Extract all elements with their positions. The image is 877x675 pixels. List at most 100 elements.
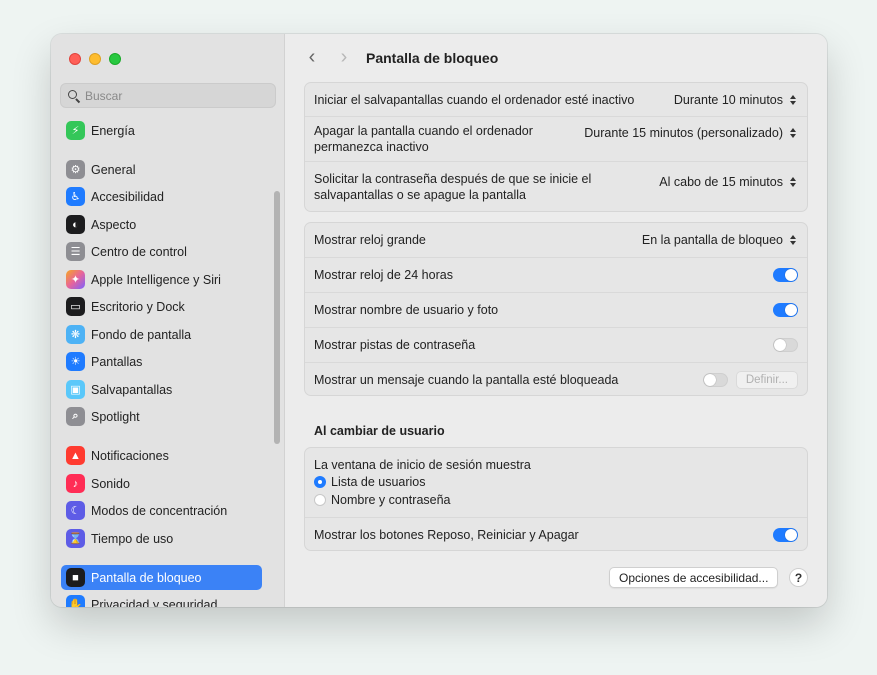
toggle-knob: [785, 269, 797, 281]
updown-chevron-icon: [788, 176, 798, 188]
lock-message-controls: Definir...: [702, 370, 798, 389]
updown-chevron-icon: [788, 127, 798, 139]
accessibility-icon: ♿: [66, 187, 85, 206]
set-message-button[interactable]: Definir...: [735, 370, 798, 389]
sidebar-item-label: Centro de control: [91, 244, 187, 259]
wallpaper-icon: ❋: [66, 325, 85, 344]
switch-user-group: La ventana de inicio de sesión muestra L…: [304, 447, 808, 551]
sidebar-item-desktop-dock[interactable]: ▭ Escritorio y Dock: [61, 294, 262, 319]
zoom-window-button[interactable]: [109, 53, 121, 65]
sidebar-item-sound[interactable]: ♪ Sonido: [61, 471, 262, 496]
accessibility-options-button[interactable]: Opciones de accesibilidad...: [609, 567, 779, 588]
power-buttons-label: Mostrar los botones Reposo, Reiniciar y …: [314, 527, 579, 542]
sidebar-item-energy[interactable]: ⚡ Energía: [61, 118, 262, 143]
chevron-left-icon: ‹: [308, 46, 316, 68]
radio-name-password[interactable]: Nombre y contraseña: [314, 492, 451, 509]
toggle-knob: [785, 304, 797, 316]
radio-selected-icon: [314, 476, 326, 488]
lock-screen-icon: ■: [66, 568, 85, 587]
sound-icon: ♪: [66, 474, 85, 493]
password-hints-label: Mostrar pistas de contraseña: [314, 338, 476, 352]
radio-user-list[interactable]: Lista de usuarios: [314, 474, 426, 491]
toggle-knob: [774, 339, 786, 351]
big-clock-popup[interactable]: En la pantalla de bloqueo: [642, 233, 798, 247]
dock-icon: ▭: [66, 297, 85, 316]
screensaver-start-label: Iniciar el salvapantallas cuando el orde…: [314, 92, 635, 107]
updown-chevron-icon: [788, 94, 798, 106]
help-button[interactable]: ?: [789, 568, 808, 587]
forward-button[interactable]: ›: [335, 47, 353, 69]
privacy-icon: ✋: [66, 595, 85, 607]
window-controls: [69, 53, 121, 65]
radio-label: Nombre y contraseña: [331, 493, 451, 507]
sidebar-item-label: Salvapantallas: [91, 382, 173, 397]
sidebar-item-focus[interactable]: ☾ Modos de concentración: [61, 498, 262, 523]
toolbar: ‹ › Pantalla de bloqueo: [286, 34, 827, 82]
screensaver-start-popup[interactable]: Durante 10 minutos: [674, 93, 798, 107]
sidebar-item-screen-time[interactable]: ⌛ Tiempo de uso: [61, 526, 262, 551]
lock-message-label: Mostrar un mensaje cuando la pantalla es…: [314, 372, 619, 387]
displays-icon: ☀: [66, 352, 85, 371]
sidebar-item-label: Pantallas: [91, 354, 143, 369]
sidebar-item-lock-screen[interactable]: ■ Pantalla de bloqueo: [61, 565, 262, 590]
focus-icon: ☾: [66, 501, 85, 520]
gear-icon: ⚙: [66, 160, 85, 179]
display-off-popup[interactable]: Durante 15 minutos (personalizado): [584, 126, 798, 140]
sidebar-item-displays[interactable]: ☀ Pantallas: [61, 349, 262, 374]
popup-value: Durante 10 minutos: [673, 92, 783, 107]
lock-message-toggle[interactable]: [702, 372, 728, 387]
sidebar-item-label: Accesibilidad: [91, 189, 164, 204]
sidebar-item-accessibility[interactable]: ♿ Accesibilidad: [61, 184, 262, 209]
sidebar-item-spotlight[interactable]: ⌕ Spotlight: [61, 404, 262, 429]
username-photo-label: Mostrar nombre de usuario y foto: [314, 303, 499, 317]
login-window-label: La ventana de inicio de sesión muestra: [314, 457, 531, 472]
username-photo-row: Mostrar nombre de usuario y foto: [305, 292, 807, 327]
sidebar-item-control-center[interactable]: ☰ Centro de control: [61, 239, 262, 264]
close-window-button[interactable]: [69, 53, 81, 65]
sidebar-item-privacy[interactable]: ✋ Privacidad y seguridad: [61, 592, 262, 607]
username-photo-toggle[interactable]: [773, 303, 798, 317]
sidebar-item-label: Pantalla de bloqueo: [91, 570, 202, 585]
sidebar-item-label: Energía: [91, 123, 135, 138]
login-window-row: La ventana de inicio de sesión muestra L…: [305, 448, 807, 517]
sidebar-scrollbar[interactable]: [274, 191, 280, 444]
chevron-right-icon: ›: [340, 46, 348, 68]
sidebar-item-label: Privacidad y seguridad: [91, 597, 218, 608]
sidebar-item-label: Modos de concentración: [91, 503, 228, 518]
sidebar-item-label: Aspecto: [91, 217, 137, 232]
password-hints-row: Mostrar pistas de contraseña: [305, 327, 807, 362]
popup-value: En la pantalla de bloqueo: [641, 233, 783, 247]
page-title: Pantalla de bloqueo: [366, 50, 499, 66]
radio-label: Lista de usuarios: [331, 475, 426, 489]
sidebar-item-general[interactable]: ⚙ General: [61, 157, 262, 182]
sidebar-item-label: General: [91, 162, 136, 177]
sidebar: Buscar ⚡ Energía ⚙ General ♿ Accesibilid…: [51, 34, 285, 607]
clock24-toggle[interactable]: [773, 268, 798, 282]
screen-time-icon: ⌛: [66, 529, 85, 548]
main-pane: ‹ › Pantalla de bloqueo Iniciar el salva…: [286, 34, 827, 607]
toggle-knob: [785, 528, 797, 541]
sidebar-item-notifications[interactable]: ▲ Notificaciones: [61, 443, 262, 468]
sidebar-item-label: Tiempo de uso: [91, 531, 174, 546]
lock-message-row: Mostrar un mensaje cuando la pantalla es…: [305, 362, 807, 396]
password-hints-toggle[interactable]: [773, 338, 798, 352]
sidebar-item-screensaver[interactable]: ▣ Salvapantallas: [61, 377, 262, 402]
sidebar-item-wallpaper[interactable]: ❋ Fondo de pantalla: [61, 322, 262, 347]
display-off-row: Apagar la pantalla cuando el ordenador p…: [305, 116, 807, 161]
sidebar-item-label: Spotlight: [91, 409, 140, 424]
siri-icon: ✦: [66, 270, 85, 289]
back-button[interactable]: ‹: [303, 47, 321, 69]
screensaver-settings-group: Iniciar el salvapantallas cuando el orde…: [304, 82, 808, 212]
big-clock-row: Mostrar reloj grande En la pantalla de b…: [305, 223, 807, 257]
search-icon: [67, 89, 81, 103]
sidebar-item-appearance[interactable]: ◐ Aspecto: [61, 212, 262, 237]
radio-unselected-icon: [314, 494, 326, 506]
updown-chevron-icon: [788, 234, 798, 246]
require-password-popup[interactable]: Al cabo de 15 minutos: [659, 175, 798, 189]
search-input[interactable]: Buscar: [60, 83, 276, 108]
lock-screen-display-group: Mostrar reloj grande En la pantalla de b…: [304, 222, 808, 396]
sidebar-item-siri[interactable]: ✦ Apple Intelligence y Siri: [61, 267, 262, 292]
minimize-window-button[interactable]: [89, 53, 101, 65]
power-buttons-toggle[interactable]: [773, 527, 798, 542]
popup-value: Al cabo de 15 minutos: [659, 175, 783, 189]
